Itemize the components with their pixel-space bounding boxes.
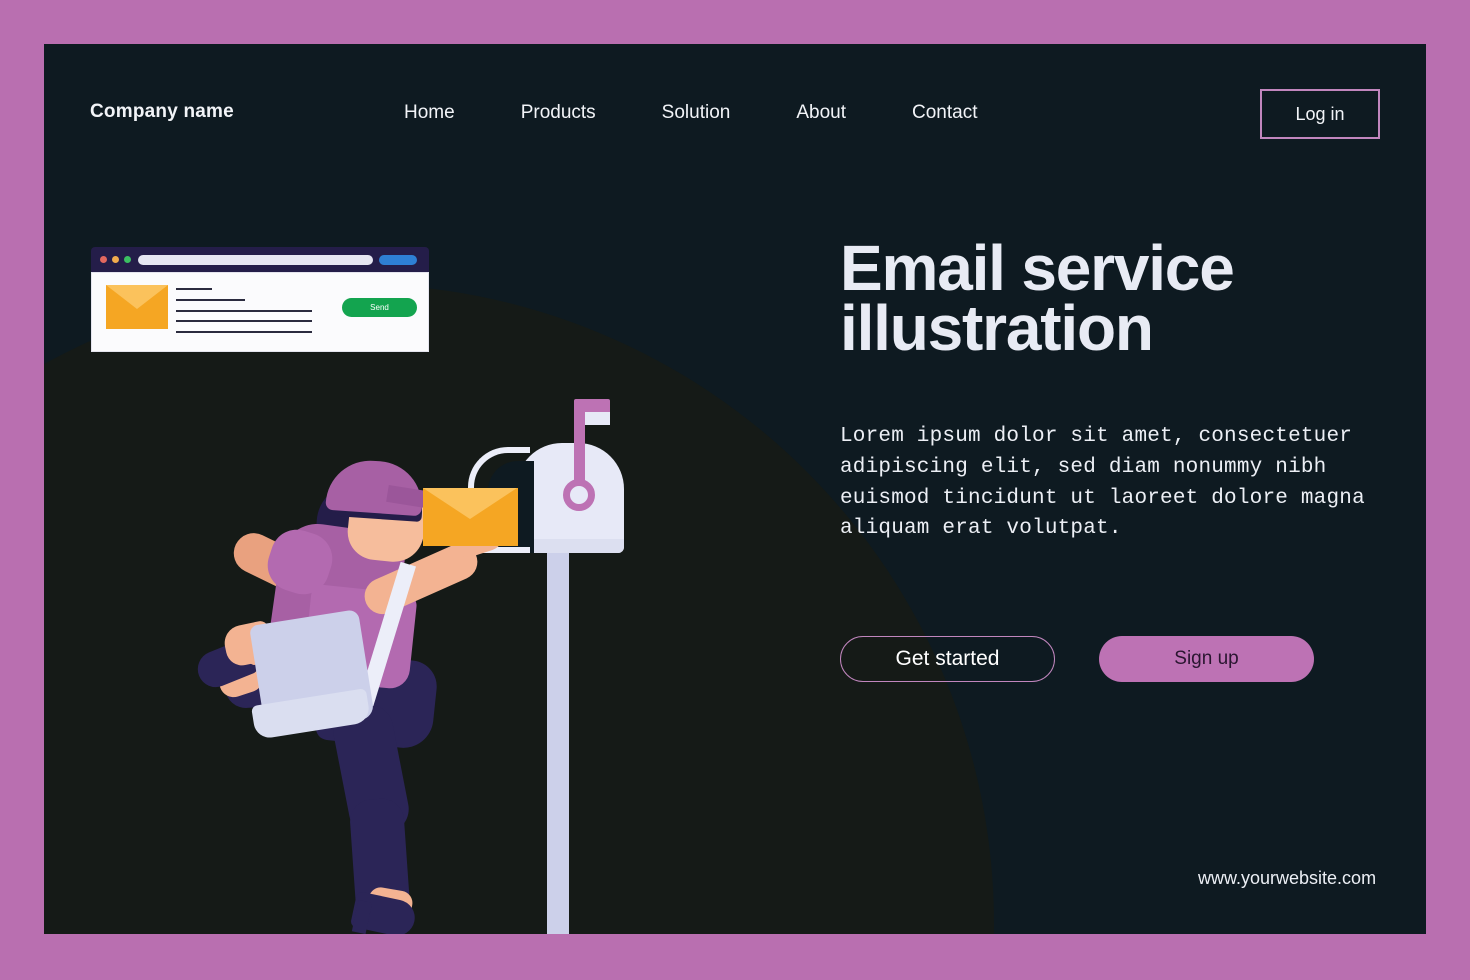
browser-content-area: Send <box>91 272 429 352</box>
text-placeholder-line <box>176 331 312 333</box>
mailbox-post <box>547 544 569 934</box>
nav-link-solution[interactable]: Solution <box>662 102 731 124</box>
green-dot-icon <box>124 256 131 263</box>
top-navigation-bar: Company name Home Products Solution Abou… <box>44 44 1426 184</box>
browser-window-illustration: Send <box>91 247 429 352</box>
nav-links-group: Home Products Solution About Contact <box>404 102 977 124</box>
browser-titlebar <box>91 247 429 272</box>
sign-up-button[interactable]: Sign up <box>1099 636 1314 682</box>
envelope-flap-shape <box>106 285 168 309</box>
website-url: www.yourwebsite.com <box>1198 868 1377 888</box>
yellow-dot-icon <box>112 256 119 263</box>
login-button[interactable]: Log in <box>1260 89 1380 139</box>
red-dot-icon <box>100 256 107 263</box>
hero-paragraph: Lorem ipsum dolor sit amet, consectetuer… <box>840 425 1378 541</box>
mailbox-flag-notch <box>585 412 610 425</box>
headline-line-2: illustration <box>840 292 1154 365</box>
hero-panel: Company name Home Products Solution Abou… <box>44 44 1426 934</box>
envelope-flap-shape <box>423 488 517 519</box>
brand-company-name[interactable]: Company name <box>90 101 234 123</box>
nav-link-about[interactable]: About <box>796 102 846 124</box>
delivered-envelope-icon <box>423 488 518 546</box>
hero-text-block: Email service illustration Lorem ipsum d… <box>840 236 1400 545</box>
page-frame: Company name Home Products Solution Abou… <box>0 0 1470 980</box>
nav-link-contact[interactable]: Contact <box>912 102 977 124</box>
get-started-button[interactable]: Get started <box>840 636 1055 682</box>
text-placeholder-line <box>176 310 312 312</box>
text-placeholder-line <box>176 320 312 322</box>
browser-address-bar[interactable] <box>138 255 373 265</box>
cta-button-row: Get started Sign up <box>840 636 1314 682</box>
envelope-icon <box>106 285 168 329</box>
mailbox-ring-handle <box>563 479 595 511</box>
text-placeholder-line <box>176 299 245 301</box>
browser-action-button[interactable] <box>379 255 417 265</box>
page-title: Email service illustration <box>840 236 1400 360</box>
text-placeholder-line <box>176 288 212 290</box>
send-button[interactable]: Send <box>342 298 417 317</box>
nav-link-products[interactable]: Products <box>521 102 596 124</box>
nav-link-home[interactable]: Home <box>404 102 455 124</box>
